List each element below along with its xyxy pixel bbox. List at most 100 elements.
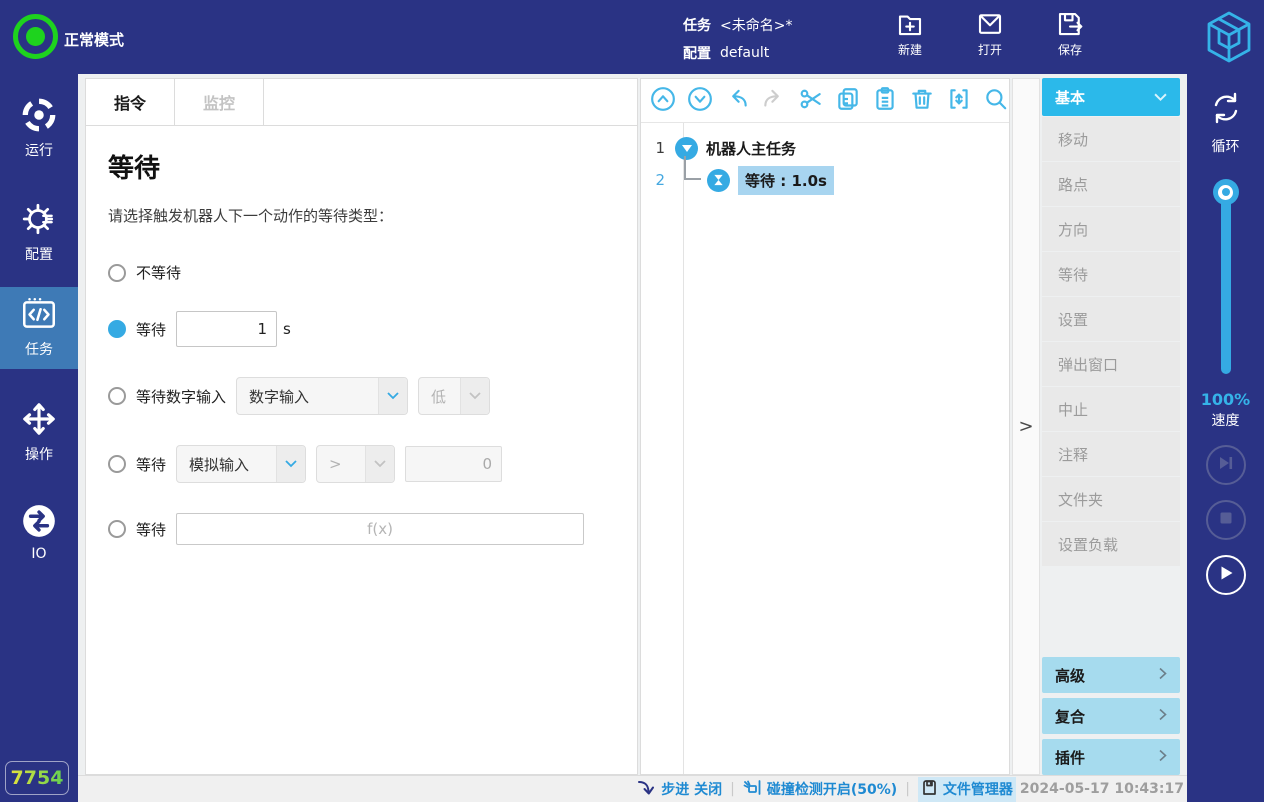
cut-icon[interactable] xyxy=(798,86,824,116)
no-wait-label: 不等待 xyxy=(136,264,182,282)
speed-slider-handle[interactable] xyxy=(1212,179,1239,205)
command-group-composite[interactable]: 复合 xyxy=(1042,698,1180,734)
move-up-icon[interactable] xyxy=(650,86,676,116)
move-arrows-icon xyxy=(0,400,78,438)
panel-expander-button[interactable]: > xyxy=(1012,78,1040,775)
app-root: 正常模式 任务 <未命名>* 配置 default 新建 打开 保存 运行 配置… xyxy=(0,0,1264,802)
command-item-direction[interactable]: 方向 xyxy=(1042,207,1180,251)
tab-instruction[interactable]: 指令 xyxy=(86,79,175,125)
sidebar-item-task[interactable]: 任务 xyxy=(0,287,78,369)
file-manager-button[interactable]: 文件管理器 xyxy=(917,776,1016,802)
analog-threshold-input[interactable] xyxy=(405,446,503,482)
task-info: 任务 <未命名>* 配置 default xyxy=(683,13,792,65)
open-task-button[interactable]: 打开 xyxy=(958,9,1022,58)
chevron-down-icon xyxy=(365,446,395,482)
wait-expression-radio[interactable] xyxy=(108,520,126,538)
undo-icon[interactable] xyxy=(724,86,750,116)
option-row-wait-expression: 等待 xyxy=(108,513,615,545)
gear-icon xyxy=(0,200,78,238)
digital-level-select[interactable]: 低 xyxy=(418,377,491,415)
tree-toolbar xyxy=(641,79,1009,123)
wait-seconds-radio[interactable] xyxy=(108,320,126,338)
command-panel: 基本 移动 路点 方向 等待 设置 弹出窗口 中止 注释 文件夹 设置负载 高级… xyxy=(1042,78,1180,775)
chevron-right-icon xyxy=(1159,748,1167,766)
redo-icon[interactable] xyxy=(761,86,787,116)
sidebar-item-run[interactable]: 运行 xyxy=(0,88,78,160)
analog-operator-select[interactable]: > xyxy=(316,445,396,483)
delete-icon[interactable] xyxy=(909,86,935,116)
chevron-down-icon xyxy=(378,378,408,414)
chevron-right-icon xyxy=(1159,666,1167,684)
move-down-icon[interactable] xyxy=(687,86,713,116)
command-item-comment[interactable]: 注释 xyxy=(1042,432,1180,476)
task-name-value: <未命名>* xyxy=(720,18,793,34)
loop-toggle-button[interactable]: 循环 xyxy=(1205,88,1247,156)
command-item-popup[interactable]: 弹出窗口 xyxy=(1042,342,1180,386)
chevron-down-icon xyxy=(1154,88,1167,106)
option-row-no-wait: 不等待 xyxy=(108,262,615,283)
left-sidebar: 运行 配置 任务 操作 IO 7754 xyxy=(0,74,78,802)
collision-detection-status[interactable]: 碰撞检测开启(50%) xyxy=(743,779,897,800)
save-task-button[interactable]: 保存 xyxy=(1038,9,1102,58)
mode-indicator-dot xyxy=(26,27,45,46)
chevron-right-icon: > xyxy=(1018,416,1034,437)
code-window-icon xyxy=(0,295,78,333)
command-item-abort[interactable]: 中止 xyxy=(1042,387,1180,431)
stop-icon xyxy=(1217,509,1235,531)
play-button[interactable] xyxy=(1205,555,1246,595)
tree-node-label-selected: 等待 : 1.0s xyxy=(738,165,834,195)
speed-slider-track[interactable] xyxy=(1220,192,1231,374)
paste-icon[interactable] xyxy=(872,86,898,116)
wait-analog-radio[interactable] xyxy=(108,455,126,473)
analog-input-select[interactable]: 模拟输入 xyxy=(176,445,307,483)
speed-label: 速度 xyxy=(1211,413,1240,429)
option-row-wait-seconds: 等待 s xyxy=(108,311,615,347)
tab-monitor[interactable]: 监控 xyxy=(175,79,264,125)
command-item-move[interactable]: 移动 xyxy=(1042,117,1180,161)
speed-slider[interactable] xyxy=(1212,179,1239,374)
step-forward-button[interactable] xyxy=(1205,445,1246,485)
skip-next-icon xyxy=(1217,454,1235,476)
step-mode-icon xyxy=(637,779,656,800)
command-group-plugin[interactable]: 插件 xyxy=(1042,739,1180,775)
brand-logo-icon xyxy=(1200,7,1258,67)
command-item-wait[interactable]: 等待 xyxy=(1042,252,1180,296)
wait-seconds-input[interactable] xyxy=(176,311,278,347)
stop-button[interactable] xyxy=(1205,500,1246,540)
wait-digital-radio[interactable] xyxy=(108,387,126,405)
tree-connector xyxy=(684,156,701,180)
no-wait-radio[interactable] xyxy=(108,263,126,282)
step-mode-status[interactable]: 步进 关闭 xyxy=(637,779,722,800)
loop-icon xyxy=(1205,92,1247,132)
chevron-down-icon xyxy=(460,378,490,414)
run-icon xyxy=(0,96,78,134)
status-code-badge[interactable]: 7754 xyxy=(5,761,69,795)
save-icon xyxy=(1038,9,1102,39)
disk-drive-icon xyxy=(921,779,938,800)
sidebar-item-operate[interactable]: 操作 xyxy=(0,392,78,464)
search-icon[interactable] xyxy=(983,86,1009,116)
right-sidebar: 循环 100% 速度 xyxy=(1187,74,1264,802)
copy-icon[interactable] xyxy=(835,86,861,116)
digital-input-select[interactable]: 数字输入 xyxy=(236,377,409,415)
command-item-waypoint[interactable]: 路点 xyxy=(1042,162,1180,206)
sidebar-item-io[interactable]: IO xyxy=(0,494,78,562)
chevron-down-icon xyxy=(276,446,306,482)
wait-expression-label: 等待 xyxy=(136,520,167,539)
clock-timestamp: 2024-05-17 10:43:17 xyxy=(1019,781,1184,797)
command-group-advanced[interactable]: 高级 xyxy=(1042,657,1180,693)
collapse-icon[interactable] xyxy=(946,86,972,116)
command-item-payload[interactable]: 设置负载 xyxy=(1042,522,1180,566)
new-file-icon xyxy=(878,9,942,39)
new-task-button[interactable]: 新建 xyxy=(878,9,942,58)
command-item-set[interactable]: 设置 xyxy=(1042,297,1180,341)
config-label: 配置 xyxy=(683,46,711,62)
config-name-value: default xyxy=(720,45,770,61)
tree-row-wait[interactable]: 2 等待 : 1.0s xyxy=(641,156,1009,196)
mode-indicator[interactable] xyxy=(13,14,58,59)
command-group-basic[interactable]: 基本 xyxy=(1042,78,1180,116)
sidebar-item-config[interactable]: 配置 xyxy=(0,192,78,264)
seconds-unit-label: s xyxy=(283,320,291,338)
command-item-folder[interactable]: 文件夹 xyxy=(1042,477,1180,521)
expression-input[interactable] xyxy=(176,513,585,545)
